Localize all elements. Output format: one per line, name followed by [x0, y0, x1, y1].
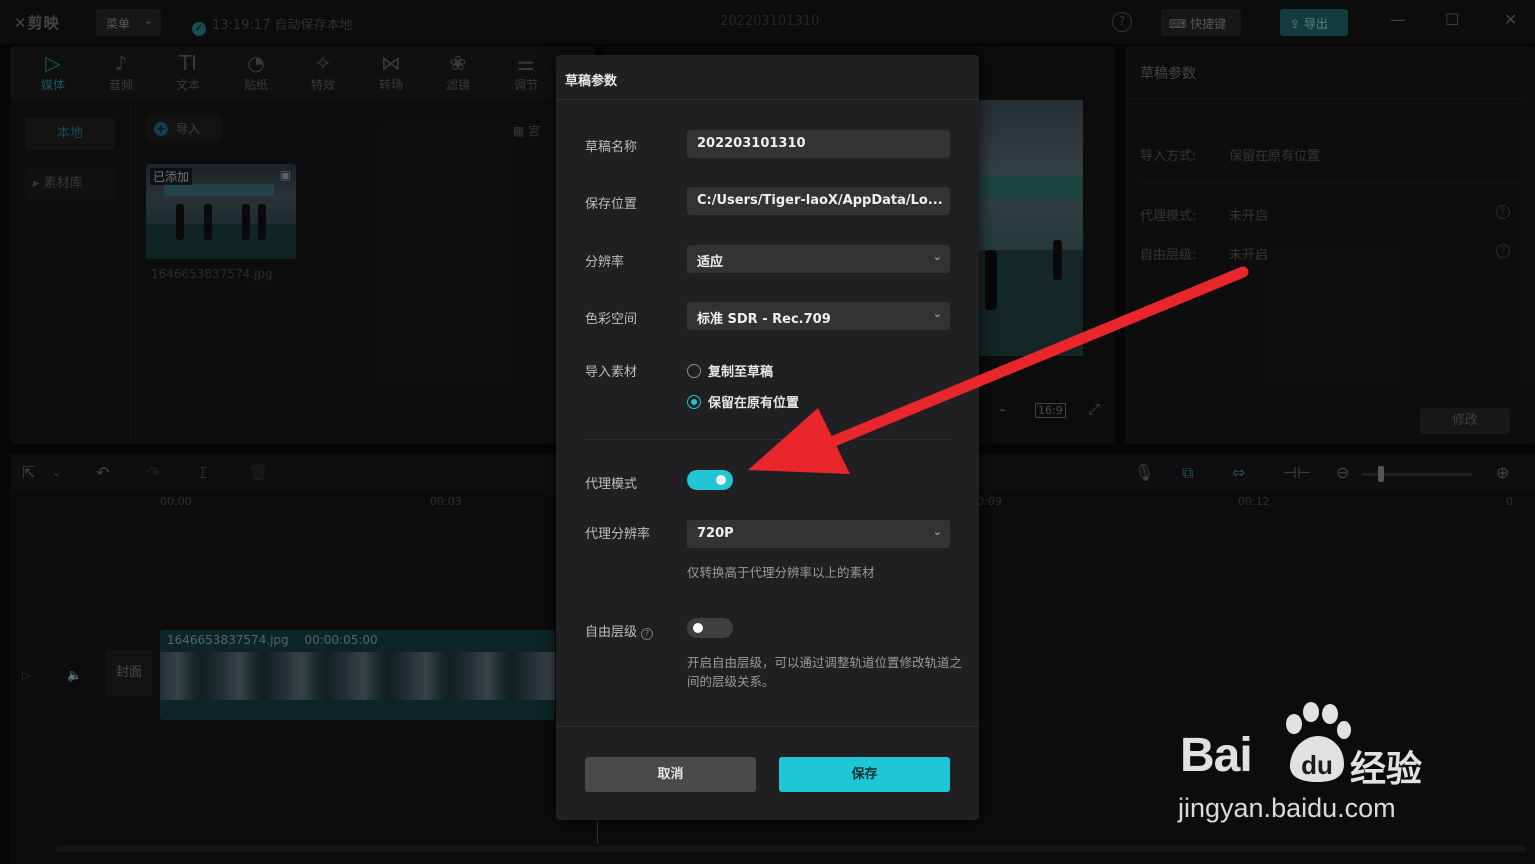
divider — [556, 99, 979, 100]
draft-settings-dialog: 草稿参数 草稿名称 202203101310 保存位置 C:/Users/Tig… — [556, 55, 979, 820]
chevron-down-icon: ⌄ — [932, 307, 942, 320]
watermark-url: jingyan.baidu.com — [1178, 793, 1396, 823]
save-location-label: 保存位置 — [585, 197, 638, 212]
draft-name-label: 草稿名称 — [585, 140, 638, 155]
save-location-input[interactable]: C:/Users/Tiger-laoX/AppData/Lo... — [687, 187, 950, 215]
help-icon[interactable]: ? — [641, 628, 654, 640]
free-layer-toggle[interactable] — [687, 618, 733, 638]
resolution-label: 分辨率 — [585, 255, 625, 270]
color-space-select[interactable]: 标准 SDR - Rec.709 ⌄ — [687, 302, 950, 330]
proxy-resolution-label: 代理分辨率 — [585, 527, 651, 542]
radio-copy-to-draft[interactable]: 复制至草稿 — [687, 361, 773, 380]
paw-logo-icon: du — [1286, 702, 1351, 782]
radio-checked-icon — [687, 395, 701, 409]
resolution-select[interactable]: 适应 ⌄ — [687, 245, 950, 273]
dialog-title: 草稿参数 — [565, 74, 618, 89]
radio-unchecked-icon — [687, 364, 701, 378]
proxy-mode-toggle[interactable] — [687, 470, 733, 490]
free-layer-text: 自由层级 — [585, 625, 638, 640]
radio-keep-original[interactable]: 保留在原有位置 — [687, 392, 799, 411]
chevron-down-icon: ⌄ — [932, 250, 942, 263]
toggle-knob — [716, 475, 726, 485]
import-media-label: 导入素材 — [585, 365, 638, 380]
toggle-knob — [693, 623, 703, 633]
proxy-resolution-value: 720P — [697, 526, 734, 541]
radio-label: 复制至草稿 — [708, 365, 774, 380]
save-button[interactable]: 保存 — [779, 757, 950, 792]
resolution-value: 适应 — [697, 255, 724, 270]
free-layer-hint: 开启自由层级，可以通过调整轨道位置修改轨道之间的层级关系。 — [687, 655, 963, 689]
divider — [585, 439, 950, 440]
free-layer-label: 自由层级? — [585, 621, 654, 640]
color-space-label: 色彩空间 — [585, 312, 638, 327]
divider — [556, 726, 979, 727]
cancel-button[interactable]: 取消 — [585, 757, 756, 792]
watermark-du: du — [1301, 750, 1333, 780]
draft-name-input[interactable]: 202203101310 — [687, 130, 950, 158]
baidu-watermark: Bai du 经验 jingyan.baidu.com — [1172, 700, 1472, 840]
radio-label: 保留在原有位置 — [708, 396, 800, 411]
proxy-resolution-select[interactable]: 720P ⌄ — [687, 520, 950, 548]
watermark-jingyan: 经验 — [1350, 749, 1423, 790]
proxy-mode-label: 代理模式 — [585, 477, 638, 492]
proxy-hint: 仅转换高于代理分辨率以上的素材 — [687, 565, 875, 580]
color-space-value: 标准 SDR - Rec.709 — [697, 312, 831, 327]
watermark-brand: Bai — [1180, 729, 1253, 782]
chevron-down-icon: ⌄ — [932, 525, 942, 538]
